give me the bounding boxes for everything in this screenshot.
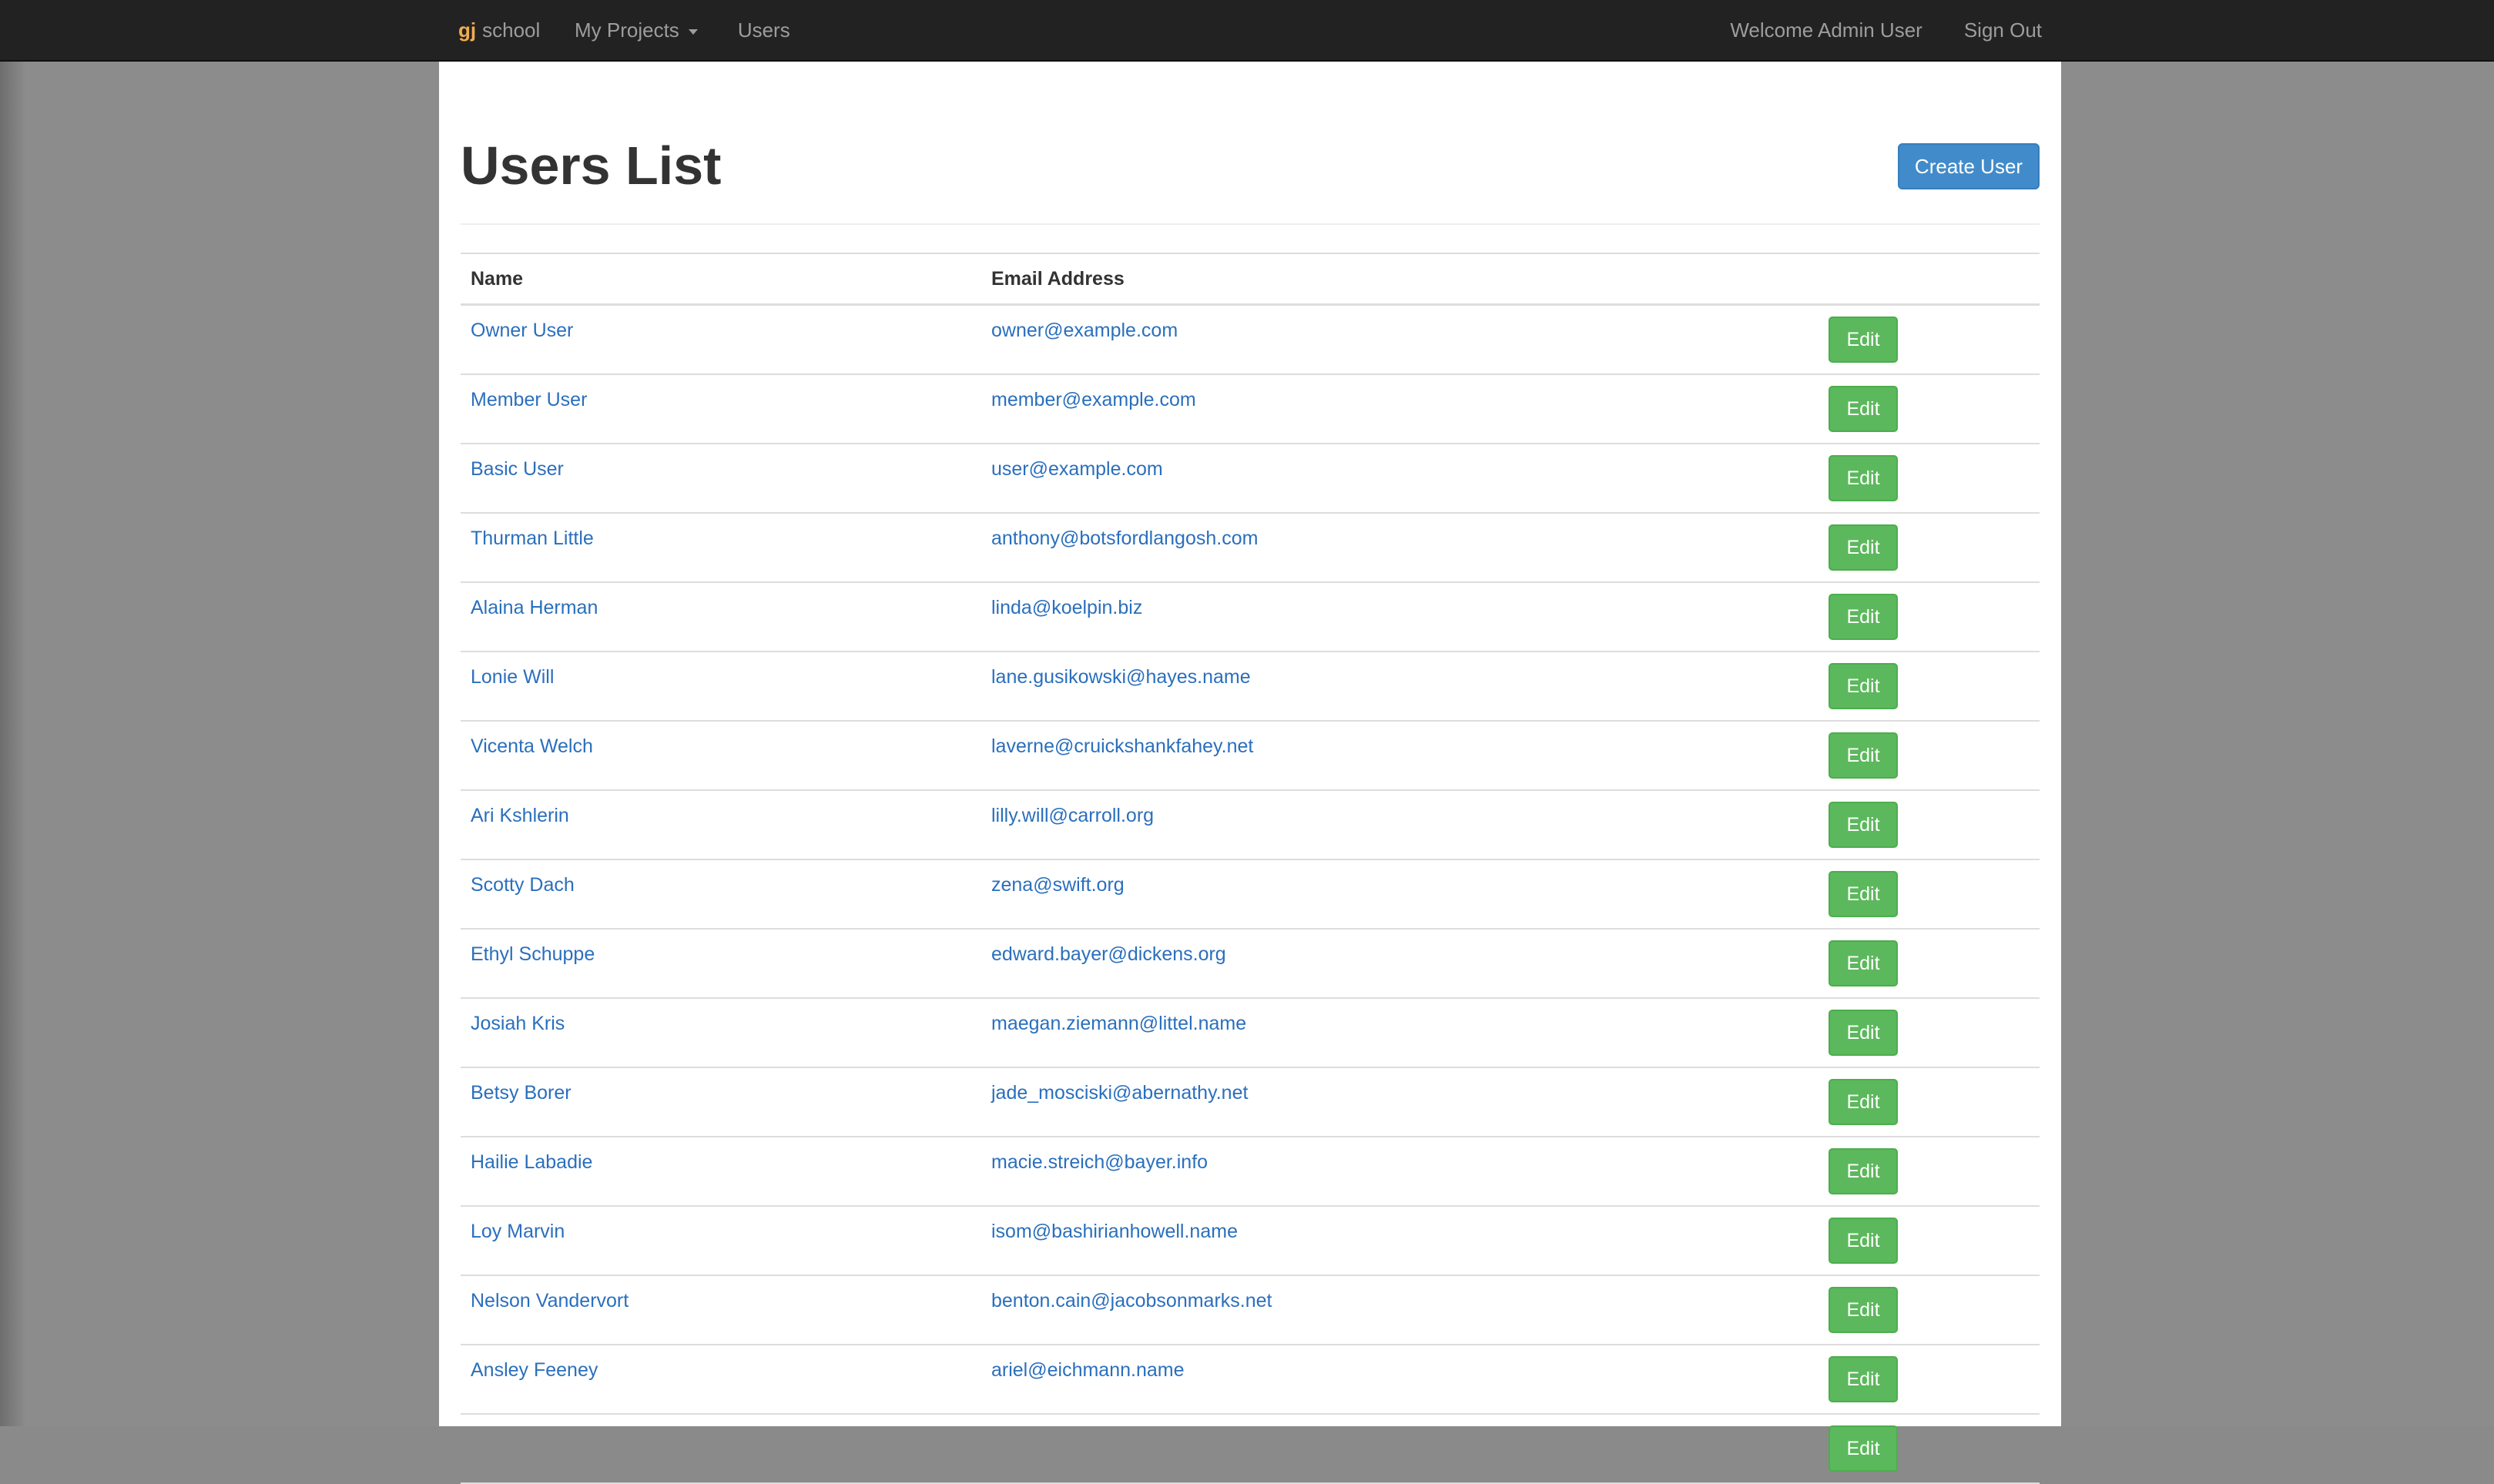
table-row: Hailie Labadie macie.streich@bayer.info Ed… xyxy=(461,1137,2040,1207)
edit-user-button[interactable]: Edit xyxy=(1829,802,1898,848)
table-body: Owner User owner@example.com Edit Member Us… xyxy=(461,306,2040,1484)
nav-right: Welcome Admin User Sign Out xyxy=(1730,0,2042,60)
table-row: Basic User user@example.com Edit xyxy=(461,444,2040,514)
table-row: Betsy Borer jade_mosciski@abernathy.net Ed… xyxy=(461,1068,2040,1137)
chevron-down-icon xyxy=(688,28,698,35)
user-email-link[interactable]: lilly.will@carroll.org xyxy=(991,805,1154,827)
user-email-link[interactable]: owner@example.com xyxy=(991,320,1178,342)
user-email-link[interactable]: anthony@botsfordlangosh.com xyxy=(991,528,1258,550)
my-projects-dropdown[interactable]: My Projects xyxy=(575,18,698,42)
user-email-link[interactable]: member@example.com xyxy=(991,389,1196,411)
table-row: Member User member@example.com Edit xyxy=(461,375,2040,444)
user-name-link[interactable]: Ansley Feeney xyxy=(471,1359,598,1382)
edit-user-button[interactable]: Edit xyxy=(1829,732,1898,779)
user-email-link[interactable]: lane.gusikowski@hayes.name xyxy=(991,666,1251,688)
edit-user-button[interactable]: Edit xyxy=(1829,1148,1898,1194)
table-row: Loy Marvin isom@bashirianhowell.name Edit xyxy=(461,1207,2040,1276)
column-header-email: Email Address xyxy=(991,268,1125,290)
user-email-link[interactable]: zena@swift.org xyxy=(991,874,1125,896)
user-email-link[interactable]: user@example.com xyxy=(991,458,1163,481)
user-email-link[interactable]: edward.bayer@dickens.org xyxy=(991,943,1226,966)
table-row: Vicenta Welch laverne@cruickshankfahey.ne… xyxy=(461,722,2040,791)
edit-user-button[interactable]: Edit xyxy=(1829,1287,1898,1333)
user-email-link[interactable]: ariel@eichmann.name xyxy=(991,1359,1185,1382)
table-row: Alaina Herman linda@koelpin.biz Edit xyxy=(461,583,2040,652)
table-row: Josiah Kris maegan.ziemann@littel.name Edi… xyxy=(461,999,2040,1068)
user-email-link[interactable]: benton.cain@jacobsonmarks.net xyxy=(991,1290,1272,1312)
user-name-link[interactable]: Alaina Herman xyxy=(471,597,598,619)
main-container: Users List Create User Name Email Addres… xyxy=(439,62,2061,1484)
users-nav-link[interactable]: Users xyxy=(738,18,790,42)
user-email-link[interactable]: jade_mosciski@abernathy.net xyxy=(991,1082,1248,1104)
my-projects-label: My Projects xyxy=(575,18,679,42)
table-row: Scotty Dach zena@swift.org Edit xyxy=(461,860,2040,930)
user-name-link[interactable]: Hailie Labadie xyxy=(471,1151,592,1174)
edit-user-button[interactable]: Edit xyxy=(1829,1079,1898,1125)
user-name-link[interactable]: Basic User xyxy=(471,458,564,481)
user-name-link[interactable]: Loy Marvin xyxy=(471,1221,565,1243)
backdrop-right xyxy=(2061,62,2494,1426)
edit-user-button[interactable]: Edit xyxy=(1829,871,1898,917)
table-header: Name Email Address xyxy=(461,254,2040,306)
user-name-link[interactable]: Josiah Kris xyxy=(471,1013,565,1035)
backdrop-left xyxy=(0,62,439,1426)
nav-left: My Projects Users xyxy=(575,0,830,60)
user-email-link[interactable]: linda@koelpin.biz xyxy=(991,597,1142,619)
edit-user-button[interactable]: Edit xyxy=(1829,663,1898,709)
user-name-link[interactable]: Ari Kshlerin xyxy=(471,805,569,827)
edit-user-button[interactable]: Edit xyxy=(1829,940,1898,987)
table-row: Edit xyxy=(461,1415,2040,1484)
brand-link[interactable]: gj school xyxy=(458,0,540,60)
sign-out-link[interactable]: Sign Out xyxy=(1964,18,2042,42)
edit-user-button[interactable]: Edit xyxy=(1829,594,1898,640)
user-name-link[interactable]: Lonie Will xyxy=(471,666,554,688)
edit-user-button[interactable]: Edit xyxy=(1829,1218,1898,1264)
user-name-link[interactable]: Scotty Dach xyxy=(471,874,575,896)
table-row: Ari Kshlerin lilly.will@carroll.org Edit xyxy=(461,791,2040,860)
edit-user-button[interactable]: Edit xyxy=(1829,1425,1898,1472)
create-user-button[interactable]: Create User xyxy=(1898,143,2040,189)
edit-user-button[interactable]: Edit xyxy=(1829,524,1898,571)
column-header-name: Name xyxy=(471,268,524,290)
user-email-link[interactable]: macie.streich@bayer.info xyxy=(991,1151,1208,1174)
table-row: Owner User owner@example.com Edit xyxy=(461,306,2040,375)
user-name-link[interactable]: Ethyl Schuppe xyxy=(471,943,595,966)
users-table: Name Email Address Owner User owner@examp… xyxy=(461,253,2040,1484)
table-row: Ansley Feeney ariel@eichmann.name Edit xyxy=(461,1345,2040,1415)
user-name-link[interactable]: Nelson Vandervort xyxy=(471,1290,629,1312)
user-email-link[interactable]: laverne@cruickshankfahey.net xyxy=(991,735,1253,758)
user-name-link[interactable]: Thurman Little xyxy=(471,528,594,550)
edit-user-button[interactable]: Edit xyxy=(1829,386,1898,432)
table-row: Nelson Vandervort benton.cain@jacobsonmar… xyxy=(461,1276,2040,1345)
brand-logo-icon: gj xyxy=(458,18,477,42)
user-email-link[interactable]: isom@bashirianhowell.name xyxy=(991,1221,1238,1243)
page-title: Users List xyxy=(461,136,722,196)
edit-user-button[interactable]: Edit xyxy=(1829,317,1898,363)
user-name-link[interactable]: Member User xyxy=(471,389,587,411)
user-name-link[interactable]: Owner User xyxy=(471,320,573,342)
user-name-link[interactable]: Vicenta Welch xyxy=(471,735,593,758)
brand-text: school xyxy=(482,18,541,42)
edit-user-button[interactable]: Edit xyxy=(1829,1010,1898,1056)
edit-user-button[interactable]: Edit xyxy=(1829,455,1898,501)
table-row: Lonie Will lane.gusikowski@hayes.name Edit xyxy=(461,652,2040,722)
navbar-inner: gj school My Projects Users Welcome Admi… xyxy=(439,0,2061,60)
top-navbar: gj school My Projects Users Welcome Admi… xyxy=(0,0,2494,62)
user-name-link[interactable]: Betsy Borer xyxy=(471,1082,572,1104)
table-row: Ethyl Schuppe edward.bayer@dickens.org Edi… xyxy=(461,930,2040,999)
welcome-text: Welcome Admin User xyxy=(1730,18,1922,42)
user-email-link[interactable]: maegan.ziemann@littel.name xyxy=(991,1013,1246,1035)
edit-user-button[interactable]: Edit xyxy=(1829,1356,1898,1402)
table-row: Thurman Little anthony@botsfordlangosh.co… xyxy=(461,514,2040,583)
page-header: Users List Create User xyxy=(461,62,2040,225)
